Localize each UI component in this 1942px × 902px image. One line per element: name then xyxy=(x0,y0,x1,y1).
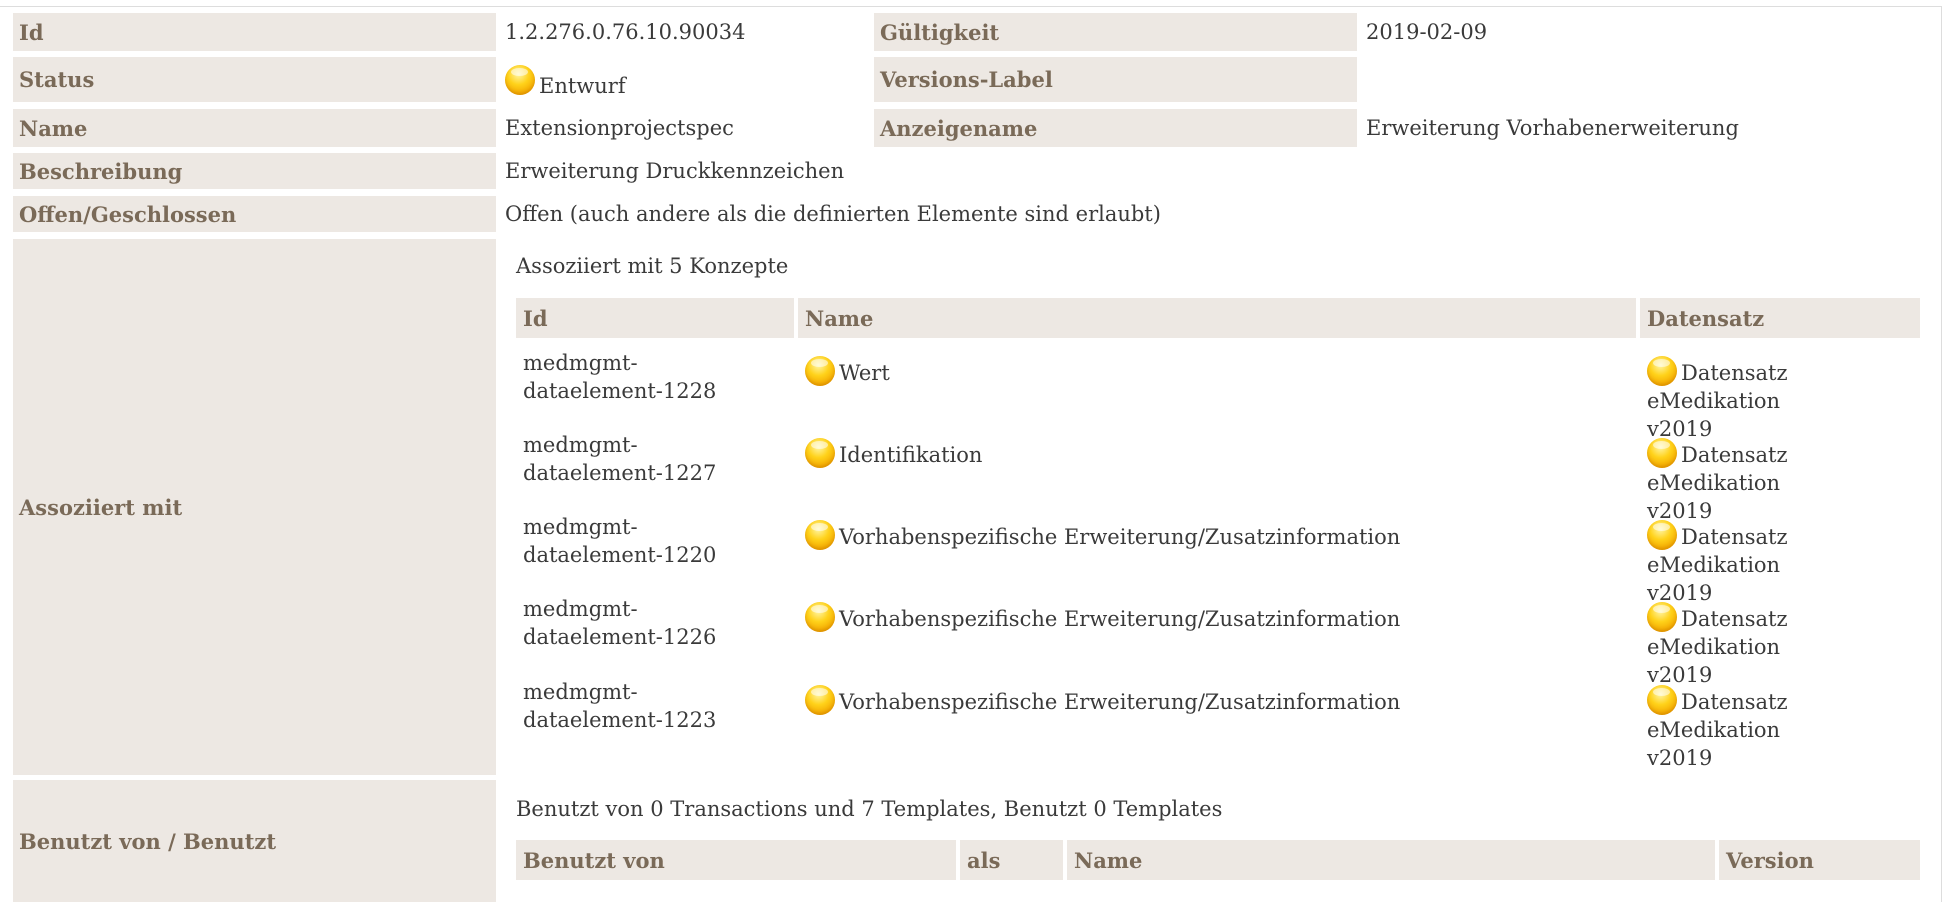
concept-name[interactable]: Vorhabenspezifische Erweiterung/Zusatzin… xyxy=(805,520,1400,550)
concept-id[interactable]: medmgmt-dataelement-1223 xyxy=(523,678,793,734)
concept-id[interactable]: medmgmt-dataelement-1220 xyxy=(523,513,793,569)
concept-dataset[interactable]: Datensatz eMedikation v2019 xyxy=(1647,685,1847,772)
row-beschreibung: Beschreibung Erweiterung Druckkennzeiche… xyxy=(13,153,1896,189)
status-draft-icon xyxy=(1647,602,1677,632)
status-draft-icon xyxy=(505,64,535,95)
table-row: medmgmt-dataelement-1223 Vorhabenspezifi… xyxy=(523,678,1923,770)
label-benutzt-von: Benutzt von / Benutzt xyxy=(13,780,496,902)
assoc-caption: Assoziiert mit 5 Konzepte xyxy=(516,254,789,278)
concept-id[interactable]: medmgmt-dataelement-1227 xyxy=(523,431,793,487)
label-offen-geschlossen: Offen/Geschlossen xyxy=(13,196,496,232)
table-row: medmgmt-dataelement-1226 Vorhabenspezifi… xyxy=(523,595,1923,687)
row-offen-geschlossen: Offen/Geschlossen Offen (auch andere als… xyxy=(13,196,1896,232)
value-beschreibung: Erweiterung Druckkennzeichen xyxy=(505,159,845,183)
usage-header-name: Name xyxy=(1067,840,1715,880)
status-draft-icon xyxy=(805,356,835,386)
label-gueltigkeit: Gültigkeit xyxy=(874,13,1357,51)
row-name: Name Extensionprojectspec Anzeigename Er… xyxy=(13,109,1917,147)
usage-header-als: als xyxy=(960,840,1063,880)
row-assoziiert-mit: Assoziiert mit xyxy=(13,239,496,775)
status-draft-icon xyxy=(1647,685,1677,715)
label-anzeigename: Anzeigename xyxy=(874,109,1357,147)
label-versions-label: Versions-Label xyxy=(874,57,1357,102)
table-row: medmgmt-dataelement-1227 Identifikation … xyxy=(523,431,1923,523)
value-gueltigkeit: 2019-02-09 xyxy=(1366,20,1488,44)
status-draft-icon xyxy=(805,438,835,468)
assoc-table-header: Id Name Datensatz xyxy=(516,298,1920,338)
value-status: Entwurf xyxy=(496,57,874,102)
concept-dataset[interactable]: Datensatz eMedikation v2019 xyxy=(1647,438,1847,525)
concept-id[interactable]: medmgmt-dataelement-1228 xyxy=(523,349,793,405)
usage-header-version: Version xyxy=(1719,840,1920,880)
row-id: Id 1.2.276.0.76.10.90034 Gültigkeit 2019… xyxy=(13,13,1917,51)
top-border xyxy=(0,6,1942,7)
table-row: medmgmt-dataelement-1220 Vorhabenspezifi… xyxy=(523,513,1923,605)
row-status: Status Entwurf Versions-Label xyxy=(13,57,1917,102)
value-id: 1.2.276.0.76.10.90034 xyxy=(505,20,746,44)
status-draft-icon xyxy=(805,685,835,715)
concept-id[interactable]: medmgmt-dataelement-1226 xyxy=(523,595,793,651)
usage-table-header: Benutzt von als Name Version xyxy=(516,840,1920,880)
value-name: Extensionprojectspec xyxy=(505,116,734,140)
table-row: medmgmt-dataelement-1228 Wert Datensatz e… xyxy=(523,349,1923,441)
label-assoziiert-mit: Assoziiert mit xyxy=(13,239,496,775)
status-draft-icon xyxy=(805,602,835,632)
concept-name[interactable]: Vorhabenspezifische Erweiterung/Zusatzin… xyxy=(805,602,1400,632)
value-offen-geschlossen: Offen (auch andere als die definierten E… xyxy=(505,202,1161,226)
concept-name[interactable]: Wert xyxy=(805,356,890,386)
label-status: Status xyxy=(13,57,496,102)
label-name: Name xyxy=(13,109,496,147)
value-versions-label xyxy=(1357,57,1917,102)
status-draft-icon xyxy=(805,520,835,550)
assoc-header-datensatz: Datensatz xyxy=(1640,298,1920,338)
usage-header-benutzt-von: Benutzt von xyxy=(516,840,956,880)
status-draft-icon xyxy=(1647,356,1677,386)
concept-dataset[interactable]: Datensatz eMedikation v2019 xyxy=(1647,602,1847,689)
label-beschreibung: Beschreibung xyxy=(13,153,496,189)
value-anzeigename: Erweiterung Vorhabenerweiterung xyxy=(1366,116,1739,140)
row-benutzt-von: Benutzt von / Benutzt xyxy=(13,780,496,902)
concept-dataset[interactable]: Datensatz eMedikation v2019 xyxy=(1647,356,1847,443)
assoc-header-name: Name xyxy=(798,298,1636,338)
status-draft-icon xyxy=(1647,520,1677,550)
concept-name[interactable]: Identifikation xyxy=(805,438,982,468)
assoc-header-id: Id xyxy=(516,298,794,338)
label-id: Id xyxy=(13,13,496,51)
concept-name[interactable]: Vorhabenspezifische Erweiterung/Zusatzin… xyxy=(805,685,1400,715)
status-text: Entwurf xyxy=(539,73,626,98)
status-draft-icon xyxy=(1647,438,1677,468)
concept-dataset[interactable]: Datensatz eMedikation v2019 xyxy=(1647,520,1847,607)
usage-caption: Benutzt von 0 Transactions und 7 Templat… xyxy=(516,797,1223,821)
